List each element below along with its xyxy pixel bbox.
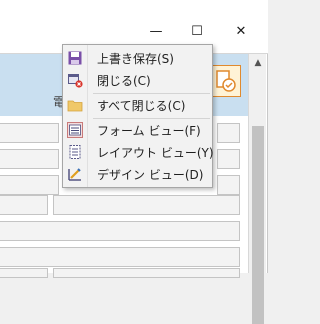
menu-item-layout-view[interactable]: レイアウト ビュー(Y) [63,142,214,164]
form-field[interactable] [0,247,240,267]
menu-item-label: 閉じる(C) [97,74,151,88]
menu-separator [93,118,210,119]
form-view-icon [67,122,83,138]
scroll-up-arrow-icon[interactable]: ▲ [251,56,265,70]
menu-item-save[interactable]: 上書き保存(S) [63,48,212,70]
form-field[interactable] [0,195,48,215]
menu-item-close[interactable]: 閉じる(C) [63,70,212,92]
minimize-button[interactable]: — [144,22,168,42]
form-field[interactable] [217,123,240,143]
form-field[interactable] [0,123,59,143]
form-field[interactable] [217,175,240,195]
form-field[interactable] [0,149,59,169]
form-field[interactable] [53,268,240,278]
close-button[interactable]: ✕ [229,22,253,42]
menu-item-label: フォーム ビュー(F) [97,124,201,138]
folder-icon [67,97,83,113]
menu-item-label: すべて閉じる(C) [97,99,186,113]
close-form-icon [67,72,83,88]
form-field[interactable] [0,221,240,241]
menu-item-label: レイアウト ビュー(Y) [97,146,214,160]
menu-item-close-all[interactable]: すべて閉じる(C) [63,95,212,117]
menu-item-design-view[interactable]: デザイン ビュー(D) [63,164,212,186]
save-icon [67,50,83,66]
form-field[interactable] [0,268,48,278]
form-field[interactable] [217,149,240,169]
menu-separator [93,93,210,94]
menu-item-label: 上書き保存(S) [97,52,174,66]
maximize-button[interactable]: ☐ [185,22,209,42]
layout-view-icon [67,144,83,160]
design-view-icon [67,166,83,182]
form-field[interactable] [0,175,59,195]
menu-item-form-view[interactable]: フォーム ビュー(F) [63,120,212,142]
tab-context-menu: 上書き保存(S) 閉じる(C) すべて閉じる(C) フォーム ビュー(F) レイ… [62,44,214,188]
scrollbar-thumb[interactable] [252,126,264,324]
vertical-scrollbar[interactable]: ▲ [248,54,266,324]
form-field[interactable] [53,195,240,215]
menu-item-label: デザイン ビュー(D) [97,168,204,182]
form-logo-icon [209,65,241,97]
